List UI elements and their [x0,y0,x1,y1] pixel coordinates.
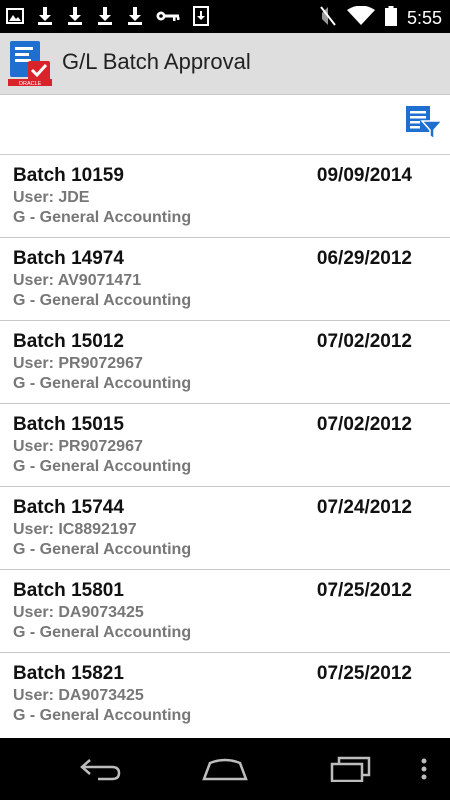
batch-date: 07/25/2012 [316,663,412,684]
wifi-icon [346,5,375,30]
list-item[interactable]: Batch 10159 09/09/2014 User: JDE G - Gen… [0,155,450,238]
home-icon [202,758,248,781]
batch-date: 06/29/2012 [316,248,412,269]
overflow-menu-button[interactable] [404,752,444,786]
filter-list-icon [406,106,444,141]
batch-title: Batch 15821 [13,663,124,684]
batch-user: User: JDE [13,189,90,206]
batch-user: User: AV9071471 [13,272,142,289]
list-item[interactable]: Batch 15012 07/02/2012 User: PR9072967 G… [0,321,450,404]
download-icon [96,6,114,26]
batch-ledger: G - General Accounting [13,292,192,309]
recents-button[interactable] [323,752,379,786]
batch-date: 09/09/2014 [316,165,412,186]
list-item[interactable]: Batch 15015 07/02/2012 User: PR9072967 G… [0,404,450,487]
back-icon [80,759,121,781]
key-icon [156,6,180,26]
batch-user: User: PR9072967 [13,355,143,372]
recents-icon [330,756,371,782]
batch-title: Batch 15015 [13,414,124,435]
batch-ledger: G - General Accounting [13,624,192,641]
filter-button[interactable] [404,103,444,143]
batch-user: User: DA9073425 [13,687,144,704]
clock: 5:55 [406,7,442,28]
list-item[interactable]: Batch 14974 06/29/2012 User: AV9071471 G… [0,238,450,321]
batch-date: 07/24/2012 [316,497,412,518]
overflow-menu-icon [421,758,427,780]
download-icon [66,6,84,26]
batch-date: 07/02/2012 [316,414,412,435]
status-bar: 5:55 [0,0,450,33]
batch-ledger: G - General Accounting [13,209,192,226]
batch-user: User: DA9073425 [13,604,144,621]
mute-icon [319,5,337,31]
navigation-bar [0,738,450,800]
battery-icon [384,6,397,30]
batch-date: 07/02/2012 [316,331,412,352]
download-icon [126,6,144,26]
batch-ledger: G - General Accounting [13,375,192,392]
system-status: 5:55 [319,5,442,31]
download-icon [36,6,54,26]
page-title: G/L Batch Approval [62,49,251,74]
list-toolbar [0,95,450,155]
batch-ledger: G - General Accounting [13,458,192,475]
svg-text:ORACLE: ORACLE [19,81,42,87]
list-item[interactable]: Batch 15801 07/25/2012 User: DA9073425 G… [0,570,450,653]
sd-download-icon [192,6,210,26]
app-bar: ORACLE G/L Batch Approval [0,33,450,95]
image-icon [6,6,24,26]
batch-title: Batch 14974 [13,248,124,269]
batch-ledger: G - General Accounting [13,707,192,724]
batch-title: Batch 15744 [13,497,124,518]
home-button[interactable] [197,752,253,786]
batch-list: Batch 10159 09/09/2014 User: JDE G - Gen… [0,155,450,732]
batch-title: Batch 10159 [13,165,124,186]
back-button[interactable] [72,752,128,786]
app-logo-icon: ORACLE [6,39,54,87]
batch-title: Batch 15801 [13,580,124,601]
batch-date: 07/25/2012 [316,580,412,601]
batch-title: Batch 15012 [13,331,124,352]
batch-user: User: PR9072967 [13,438,143,455]
list-item[interactable]: Batch 15821 07/25/2012 User: DA9073425 G… [0,653,450,732]
batch-ledger: G - General Accounting [13,541,192,558]
list-item[interactable]: Batch 15744 07/24/2012 User: IC8892197 G… [0,487,450,570]
notification-icons [6,6,210,26]
batch-user: User: IC8892197 [13,521,137,538]
